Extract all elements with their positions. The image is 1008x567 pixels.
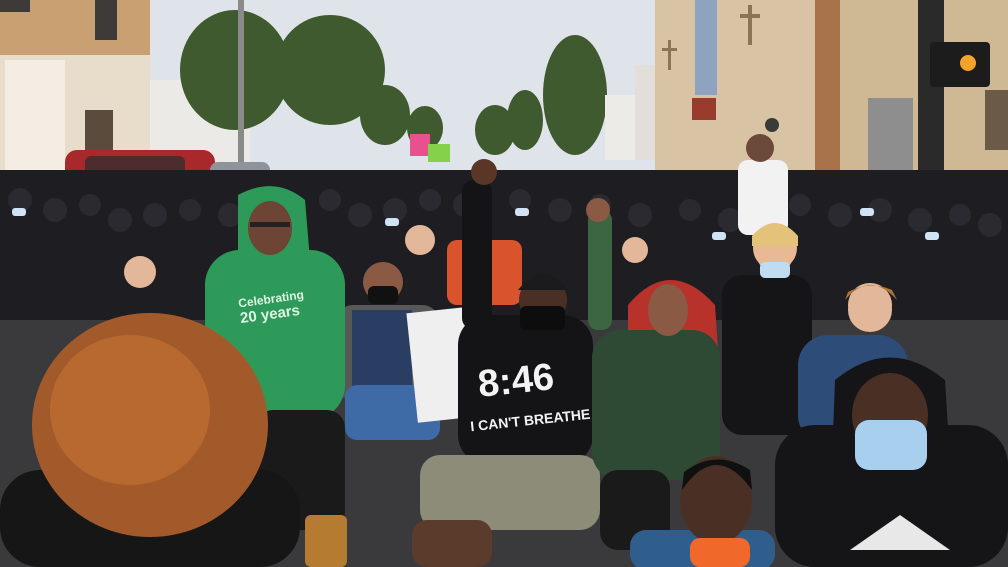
light-pole <box>238 0 244 170</box>
pink-sign <box>410 134 430 156</box>
green-sign <box>428 144 450 162</box>
protest-photo: Celebrating 20 years 8:46 I CAN'T BREATH… <box>0 0 1008 567</box>
raised-arm-2 <box>588 210 612 330</box>
